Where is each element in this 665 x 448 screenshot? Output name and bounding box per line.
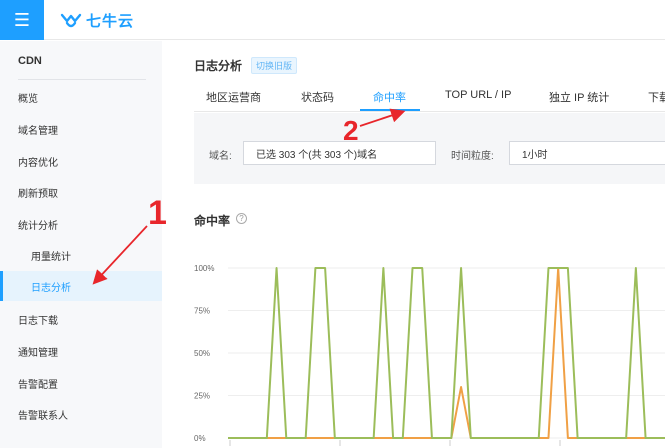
tab-download[interactable]: 下载 <box>648 89 665 105</box>
switch-old-version-button[interactable]: 切换旧版 <box>251 57 298 74</box>
granularity-label: 时间粒度: <box>451 151 494 162</box>
sidebar-title: CDN <box>18 55 42 67</box>
logo[interactable]: 七牛云 <box>60 10 134 31</box>
sidebar-item-alert-config[interactable]: 告警配置 <box>0 368 162 398</box>
section-title: 命中率 <box>194 214 231 228</box>
annotation-number-2: 2 <box>343 115 359 146</box>
sidebar-item-log-download[interactable]: 日志下载 <box>0 304 162 334</box>
menu-icon[interactable]: ☰ <box>0 0 44 40</box>
sidebar-item-overview[interactable]: 概览 <box>0 82 162 112</box>
sidebar-divider <box>18 79 146 80</box>
tab-status-code[interactable]: 状态码 <box>301 89 334 105</box>
tab-unique-ip[interactable]: 独立 IP 统计 <box>549 89 609 105</box>
sidebar-item-alert-contacts[interactable]: 告警联系人 <box>0 399 162 429</box>
sidebar-item-notifications[interactable]: 通知管理 <box>0 336 162 366</box>
domain-label: 域名: <box>209 151 232 162</box>
tab-hit-rate[interactable]: 命中率 <box>373 89 406 105</box>
logo-text: 七牛云 <box>86 13 135 30</box>
tabs-divider <box>194 111 665 112</box>
top-bar: ☰ 七牛云 <box>0 0 665 40</box>
main-content: 日志分析 切换旧版 地区运营商 状态码 命中率 TOP URL / IP 独立 … <box>162 41 665 448</box>
domain-select[interactable]: 已选 303 个(共 303 个)域名 <box>243 141 436 165</box>
tab-top-url-ip[interactable]: TOP URL / IP <box>445 89 511 101</box>
logo-icon <box>60 13 82 27</box>
filter-panel: 域名: 已选 303 个(共 303 个)域名 时间粒度: 1小时 <box>194 113 665 184</box>
tab-region-isp[interactable]: 地区运营商 <box>206 89 261 105</box>
help-circle-icon[interactable]: ? <box>236 213 247 224</box>
sidebar-item-refresh-prefetch[interactable]: 刷新预取 <box>0 177 162 207</box>
sidebar-item-domains[interactable]: 域名管理 <box>0 114 162 144</box>
annotation-number-1: 1 <box>148 194 167 232</box>
sidebar-item-log-analysis[interactable]: 日志分析 <box>0 271 162 301</box>
page-title: 日志分析 <box>194 59 243 73</box>
sidebar: CDN 概览 域名管理 内容优化 刷新预取 统计分析 用量统计 日志分析 日志下… <box>0 41 162 448</box>
sidebar-item-statistics[interactable]: 统计分析 <box>0 209 162 239</box>
sidebar-item-usage-stats[interactable]: 用量统计 <box>0 240 162 270</box>
granularity-select[interactable]: 1小时 <box>509 141 665 165</box>
sidebar-item-content-optimize[interactable]: 内容优化 <box>0 146 162 176</box>
